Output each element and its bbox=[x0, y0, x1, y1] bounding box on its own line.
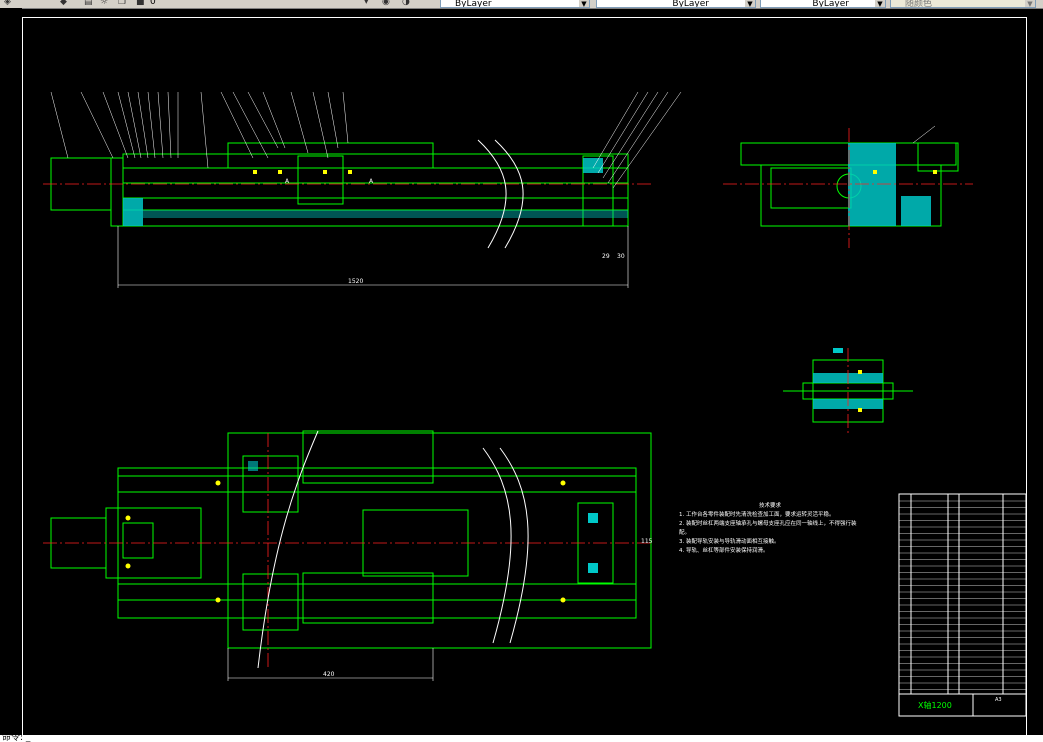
tech-note: 配。 bbox=[679, 529, 690, 536]
chevron-down-icon: ▼ bbox=[1025, 0, 1035, 7]
chevron-down-icon: ▼ bbox=[579, 0, 589, 7]
chevron-down-icon: ▼ bbox=[745, 0, 755, 7]
detail-view bbox=[783, 359, 913, 423]
copy-icon[interactable]: ❐ bbox=[118, 0, 126, 7]
tech-note: 2. 装配时丝杠两端支座轴承孔与螺母支座孔应在同一轴线上，不得强行装 bbox=[679, 519, 857, 527]
tech-title: 技术要求 bbox=[759, 501, 782, 509]
tech-note: 3. 装配导轨安装与导轨滑动面相互接触。 bbox=[679, 537, 780, 545]
linetype-dropdown-value: ByLayer bbox=[672, 0, 709, 8]
lineweight-dropdown-value: ByLayer bbox=[812, 0, 849, 8]
left-margin bbox=[0, 8, 22, 735]
plotstyle-dropdown[interactable]: 随颜色 ▼ bbox=[890, 0, 1036, 8]
tech-note: 1. 工作台各零件装配时先清洗检查加工面，要求运转灵活平稳。 bbox=[679, 510, 835, 518]
layer-icon[interactable]: ▤ bbox=[84, 0, 93, 7]
sun-icon[interactable]: ☼ bbox=[100, 0, 108, 7]
detail-label-1: 29 bbox=[602, 253, 610, 260]
layer-manager-icon[interactable]: ◈ bbox=[4, 0, 11, 7]
dropdown-arrow-icon[interactable]: ▾ bbox=[364, 0, 369, 7]
dimension-text-side: 115 bbox=[641, 538, 653, 545]
make-current-icon[interactable]: ◉ bbox=[382, 0, 390, 7]
bolt-markers bbox=[125, 170, 937, 603]
color-swatch-icon[interactable]: ■ bbox=[136, 0, 145, 7]
drawing-canvas[interactable]: 1520 420 115 A A 29 30 技术要求 1. 工作台各零件装配时… bbox=[22, 17, 1027, 736]
title-block-scale: A3 bbox=[995, 697, 1002, 703]
plan-view bbox=[50, 430, 652, 649]
chevron-down-icon: ▼ bbox=[875, 0, 885, 7]
layer-states-icon[interactable]: ◆ bbox=[60, 0, 67, 7]
layer-value: 0 bbox=[150, 0, 156, 7]
command-line[interactable]: 命令: _ bbox=[0, 735, 1043, 742]
center-lines bbox=[43, 128, 973, 668]
title-block-name: X轴1200 bbox=[918, 700, 952, 710]
break-lines bbox=[257, 139, 529, 669]
leader-lines bbox=[50, 91, 936, 189]
color-dropdown-value: ByLayer bbox=[455, 0, 492, 8]
color-dropdown[interactable]: ByLayer ▼ bbox=[440, 0, 590, 8]
tech-note: 4. 导轨、丝杠等部件安装保持润滑。 bbox=[679, 546, 769, 554]
lineweight-dropdown[interactable]: ByLayer ▼ bbox=[760, 0, 886, 8]
dimension-text-top: 1520 bbox=[348, 278, 363, 285]
layer-previous-icon[interactable]: ◑ bbox=[402, 0, 410, 7]
properties-toolbar: ◈ ◆ ▤ ☼ ❐ ■ 0 ▾ ◉ ◑ ByLayer ▼ ByLayer ▼ … bbox=[0, 0, 1043, 9]
linetype-dropdown[interactable]: ByLayer ▼ bbox=[596, 0, 756, 8]
plotstyle-dropdown-value: 随颜色 bbox=[905, 0, 933, 8]
technical-notes: 技术要求 1. 工作台各零件装配时先清洗检查加工面，要求运转灵活平稳。 2. 装… bbox=[679, 501, 857, 554]
dimension-text-bottom: 420 bbox=[323, 671, 335, 678]
dimension-lines bbox=[117, 226, 629, 681]
cad-drawing[interactable]: 1520 420 115 A A 29 30 技术要求 1. 工作台各零件装配时… bbox=[23, 18, 1026, 735]
detail-label-2: 30 bbox=[617, 253, 625, 260]
parts-list-rows bbox=[899, 500, 1026, 690]
